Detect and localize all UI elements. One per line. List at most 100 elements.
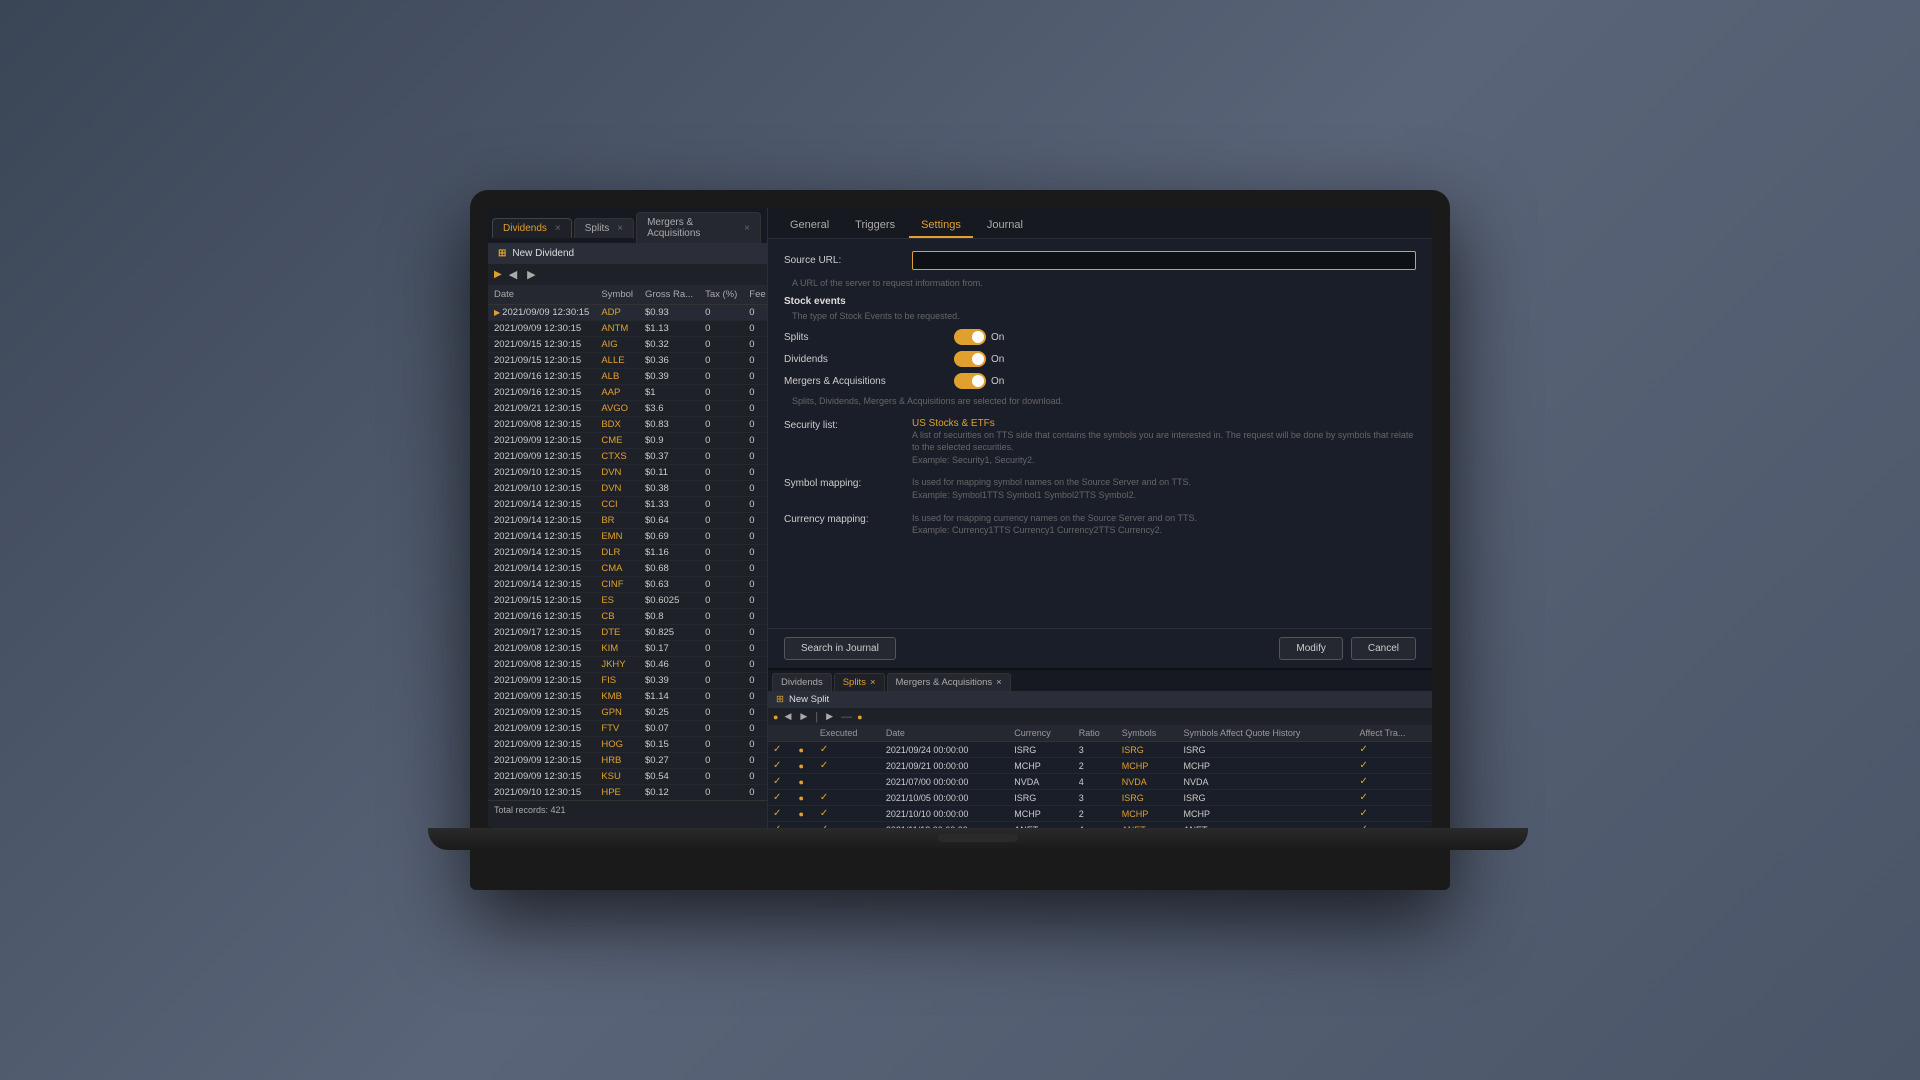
- col-fee[interactable]: Fee (%): [743, 285, 767, 305]
- mergers-toggle[interactable]: On: [954, 373, 1004, 389]
- bottom-table-row[interactable]: ✓ ● ✓ 2021/09/21 00:00:00 MCHP 2 MCHP MC…: [768, 758, 1432, 774]
- bcell-status: ●: [794, 758, 815, 774]
- table-row[interactable]: 2021/09/10 12:30:15 DVN $0.38 0 0: [488, 481, 767, 497]
- table-row[interactable]: 2021/09/08 12:30:15 JKHY $0.46 0 0: [488, 657, 767, 673]
- table-row[interactable]: 2021/09/10 12:30:15 DVN $0.11 0 0: [488, 465, 767, 481]
- table-row[interactable]: 2021/09/14 12:30:15 EMN $0.69 0 0: [488, 529, 767, 545]
- bcol-status[interactable]: [794, 725, 815, 742]
- bottom-nav-forward[interactable]: ▶: [797, 710, 810, 723]
- table-row[interactable]: 2021/09/14 12:30:15 CINF $0.63 0 0: [488, 577, 767, 593]
- table-row[interactable]: 2021/09/09 12:30:15 CME $0.9 0 0: [488, 433, 767, 449]
- nav-settings[interactable]: Settings: [909, 214, 973, 238]
- table-row[interactable]: 2021/09/21 12:30:15 AVGO $3.6 0 0: [488, 401, 767, 417]
- cell-symbol: FIS: [595, 673, 639, 689]
- bcol-ratio[interactable]: Ratio: [1074, 725, 1117, 742]
- col-tax[interactable]: Tax (%): [699, 285, 743, 305]
- source-url-input[interactable]: [912, 251, 1416, 270]
- table-row[interactable]: 2021/09/16 12:30:15 CB $0.8 0 0: [488, 609, 767, 625]
- bottom-tab-dividends[interactable]: Dividends: [772, 673, 832, 691]
- table-row[interactable]: 2021/09/09 12:30:15 KSU $0.54 0 0: [488, 769, 767, 785]
- bottom-table-row[interactable]: ✓ ● ✓ 2021/10/10 00:00:00 MCHP 2 MCHP MC…: [768, 806, 1432, 822]
- nav-journal[interactable]: Journal: [975, 214, 1035, 238]
- table-row[interactable]: 2021/09/16 12:30:15 ALB $0.39 0 0: [488, 369, 767, 385]
- bottom-add-btn[interactable]: ▶: [823, 710, 836, 723]
- tab-mergers[interactable]: Mergers & Acquisitions ×: [636, 212, 761, 243]
- bottom-table-row[interactable]: ✓ ● ✓ 2021/09/24 00:00:00 ISRG 3 ISRG IS…: [768, 742, 1432, 758]
- dividends-toggle[interactable]: On: [954, 351, 1004, 367]
- tab-dividends-close[interactable]: ×: [555, 223, 561, 234]
- table-row[interactable]: 2021/09/09 12:30:15 FIS $0.39 0 0: [488, 673, 767, 689]
- table-row[interactable]: 2021/09/09 12:30:15 GPN $0.25 0 0: [488, 705, 767, 721]
- search-journal-button[interactable]: Search in Journal: [784, 637, 896, 660]
- cell-symbol: KIM: [595, 641, 639, 657]
- bcol-currency[interactable]: Currency: [1009, 725, 1074, 742]
- bcell-date: 2021/10/10 00:00:00: [881, 806, 1009, 822]
- table-row[interactable]: 2021/09/15 12:30:15 ALLE $0.36 0 0: [488, 353, 767, 369]
- table-row[interactable]: 2021/09/14 12:30:15 CMA $0.68 0 0: [488, 561, 767, 577]
- tab-dividends[interactable]: Dividends ×: [492, 218, 572, 238]
- bcell-affect: ✓: [1354, 774, 1432, 790]
- bcol-executed[interactable]: Executed: [815, 725, 881, 742]
- splits-toggle-track[interactable]: [954, 329, 986, 345]
- bottom-table-row[interactable]: ✓ ● 2021/07/00 00:00:00 NVDA 4 NVDA NVDA…: [768, 774, 1432, 790]
- table-row[interactable]: 2021/09/16 12:30:15 AAP $1 0 0: [488, 385, 767, 401]
- bottom-tab-splits[interactable]: Splits ×: [834, 673, 885, 691]
- table-row[interactable]: 2021/09/14 12:30:15 BR $0.64 0 0: [488, 513, 767, 529]
- col-gross[interactable]: Gross Ra...: [639, 285, 699, 305]
- table-row[interactable]: 2021/09/10 12:30:15 HPE $0.12 0 0: [488, 785, 767, 801]
- nav-forward-btn[interactable]: ▶: [524, 267, 538, 282]
- nav-back-btn[interactable]: ◀: [506, 267, 520, 282]
- table-row[interactable]: 2021/09/14 12:30:15 CCI $1.33 0 0: [488, 497, 767, 513]
- splits-toggle[interactable]: On: [954, 329, 1004, 345]
- table-row[interactable]: 2021/09/08 12:30:15 KIM $0.17 0 0: [488, 641, 767, 657]
- bottom-nav-back[interactable]: ◀: [781, 710, 794, 723]
- table-row[interactable]: 2021/09/08 12:30:15 BDX $0.83 0 0: [488, 417, 767, 433]
- modify-button[interactable]: Modify: [1279, 637, 1342, 660]
- cell-date: 2021/09/09 12:30:15: [488, 737, 595, 753]
- table-row[interactable]: 2021/09/09 12:30:15 CTXS $0.37 0 0: [488, 449, 767, 465]
- nav-triggers[interactable]: Triggers: [843, 214, 907, 238]
- tab-splits[interactable]: Splits ×: [574, 218, 634, 238]
- dividends-toggle-track[interactable]: [954, 351, 986, 367]
- bcell-date: 2021/09/24 00:00:00: [881, 742, 1009, 758]
- cell-gross: $0.27: [639, 753, 699, 769]
- table-row[interactable]: 2021/09/09 12:30:15 HOG $0.15 0 0: [488, 737, 767, 753]
- bottom-table-row[interactable]: ✓ ● ✓ 2021/10/05 00:00:00 ISRG 3 ISRG IS…: [768, 790, 1432, 806]
- bcol-check[interactable]: [768, 725, 794, 742]
- table-row[interactable]: 2021/09/15 12:30:15 ES $0.6025 0 0: [488, 593, 767, 609]
- table-row[interactable]: 2021/09/09 12:30:15 FTV $0.07 0 0: [488, 721, 767, 737]
- table-row[interactable]: 2021/09/17 12:30:15 DTE $0.825 0 0: [488, 625, 767, 641]
- table-row[interactable]: 2021/09/09 12:30:15 KMB $1.14 0 0: [488, 689, 767, 705]
- table-row[interactable]: 2021/09/09 12:30:15 HRB $0.27 0 0: [488, 753, 767, 769]
- bottom-tab-mergers[interactable]: Mergers & Acquisitions ×: [887, 673, 1011, 691]
- cell-symbol: CINF: [595, 577, 639, 593]
- table-row[interactable]: ▶2021/09/09 12:30:15 ADP $0.93 0 0: [488, 305, 767, 321]
- tab-splits-close[interactable]: ×: [617, 223, 623, 234]
- bcell-symbol2: ISRG: [1178, 790, 1354, 806]
- cell-gross: $0.93: [639, 305, 699, 321]
- cell-fee: 0: [743, 545, 767, 561]
- tab-mergers-label: Mergers & Acquisitions: [647, 217, 736, 239]
- nav-general[interactable]: General: [778, 214, 841, 238]
- cell-tax: 0: [699, 769, 743, 785]
- left-section-header: ⊞ New Dividend: [488, 243, 767, 264]
- bcol-affect-tra[interactable]: Affect Tra...: [1354, 725, 1432, 742]
- cell-date: 2021/09/16 12:30:15: [488, 385, 595, 401]
- mergers-toggle-track[interactable]: [954, 373, 986, 389]
- bcol-symbols-affect[interactable]: Symbols Affect Quote History: [1178, 725, 1354, 742]
- symbol-mapping-example: Example: Symbol1TTS Symbol1 Symbol2TTS S…: [912, 489, 1191, 502]
- col-date[interactable]: Date: [488, 285, 595, 305]
- cancel-button[interactable]: Cancel: [1351, 637, 1416, 660]
- table-row[interactable]: 2021/09/14 12:30:15 DLR $1.16 0 0: [488, 545, 767, 561]
- bottom-tab-mergers-close[interactable]: ×: [996, 677, 1002, 688]
- cell-tax: 0: [699, 785, 743, 801]
- bcol-date[interactable]: Date: [881, 725, 1009, 742]
- table-row[interactable]: 2021/09/09 12:30:15 ANTM $1.13 0 0: [488, 321, 767, 337]
- bottom-tab-splits-close[interactable]: ×: [870, 677, 876, 688]
- table-row[interactable]: 2021/09/15 12:30:15 AIG $0.32 0 0: [488, 337, 767, 353]
- tab-mergers-close[interactable]: ×: [744, 223, 750, 234]
- cell-gross: $0.37: [639, 449, 699, 465]
- col-symbol[interactable]: Symbol: [595, 285, 639, 305]
- bcol-symbols[interactable]: Symbols: [1117, 725, 1179, 742]
- cell-symbol: CB: [595, 609, 639, 625]
